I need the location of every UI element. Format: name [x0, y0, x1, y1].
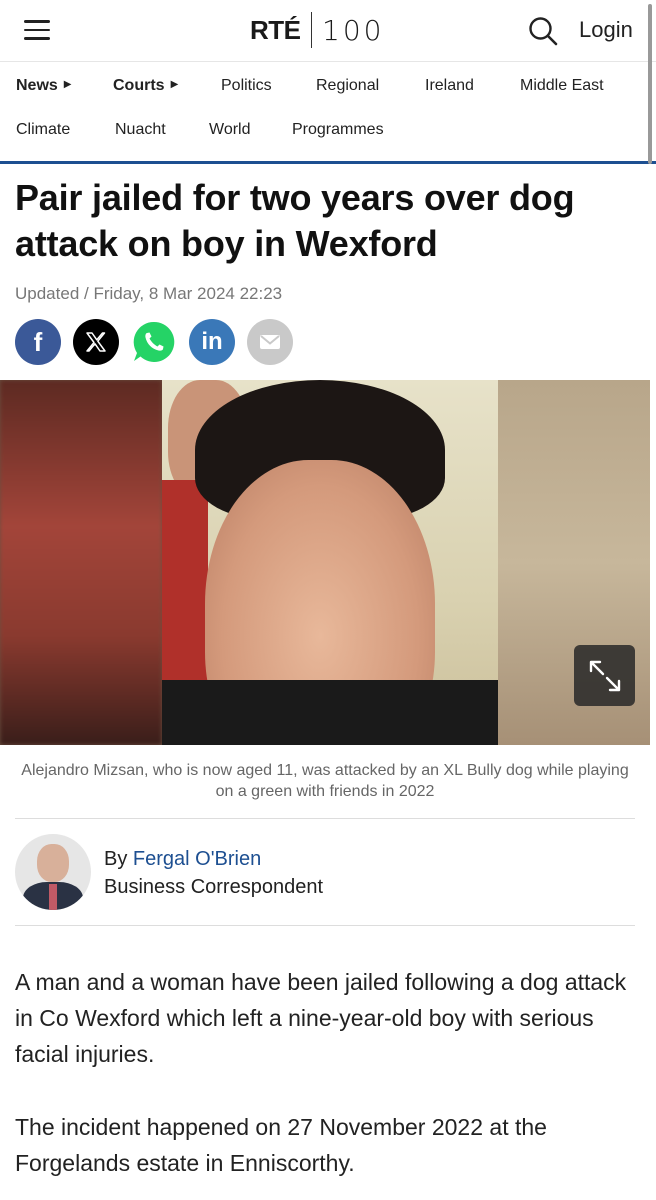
nav-item-news[interactable]: News ▶ — [16, 77, 72, 95]
envelope-svg — [260, 335, 280, 349]
expand-arrows-svg — [589, 660, 620, 691]
nav-item-world[interactable]: World — [209, 121, 251, 139]
nav-item-label: News — [16, 77, 58, 94]
whatsapp-icon[interactable] — [131, 319, 177, 365]
x-icon[interactable] — [73, 319, 119, 365]
author-avatar[interactable] — [15, 834, 91, 910]
x-logo-svg — [86, 332, 106, 352]
updated-timestamp: Updated / Friday, 8 Mar 2024 22:23 — [15, 284, 283, 303]
facebook-icon[interactable]: f — [15, 319, 61, 365]
article-paragraph: The incident happened on 27 November 202… — [15, 1114, 547, 1176]
scrollbar[interactable] — [648, 4, 652, 164]
facebook-glyph: f — [33, 326, 43, 357]
article-photo — [0, 380, 650, 745]
logo-divider — [310, 12, 312, 48]
by-label: By — [104, 848, 128, 870]
divider — [15, 925, 635, 926]
menu-icon[interactable] — [24, 20, 50, 42]
photo-caption: Alejandro Mizsan, who is now aged 11, wa… — [21, 762, 629, 800]
top-bar: RTÉ 100 Login — [0, 0, 656, 62]
author-role: Business Correspondent — [104, 876, 324, 898]
logo-100-text: 100 — [322, 13, 385, 47]
linkedin-icon[interactable]: in — [189, 319, 235, 365]
nav-item-courts[interactable]: Courts ▶ — [113, 77, 178, 95]
article-paragraph: A man and a woman have been jailed follo… — [15, 969, 627, 1067]
caret-right-icon: ▶ — [63, 79, 72, 90]
caret-right-icon: ▶ — [170, 79, 179, 90]
byline: By Fergal O'Brien — [104, 848, 261, 871]
nav-item-programmes[interactable]: Programmes — [292, 121, 384, 139]
whatsapp-logo-svg — [133, 321, 175, 362]
nav-item-label: Courts — [113, 77, 165, 94]
expand-image-icon[interactable] — [574, 645, 635, 706]
email-icon[interactable] — [247, 319, 293, 365]
rte-100-logo[interactable]: RTÉ 100 — [250, 10, 384, 50]
author-name-link[interactable]: Fergal O'Brien — [133, 848, 261, 870]
nav-item-climate[interactable]: Climate — [16, 121, 70, 139]
login-link[interactable]: Login — [579, 17, 633, 43]
nav-item-ireland[interactable]: Ireland — [425, 77, 474, 95]
nav-item-middle-east[interactable]: Middle East — [520, 77, 604, 95]
logo-rte-text: RTÉ — [250, 14, 301, 45]
section-nav: News ▶ Courts ▶ Politics Regional Ireland … — [0, 62, 656, 164]
share-bar: f in — [15, 319, 293, 365]
search-icon[interactable] — [528, 16, 558, 46]
nav-item-regional[interactable]: Regional — [316, 77, 379, 95]
divider — [15, 818, 635, 819]
linkedin-glyph: in — [201, 328, 223, 355]
nav-item-nuacht[interactable]: Nuacht — [115, 121, 166, 139]
article-headline: Pair jailed for two years over dog attac… — [15, 177, 575, 264]
nav-item-politics[interactable]: Politics — [221, 77, 272, 95]
